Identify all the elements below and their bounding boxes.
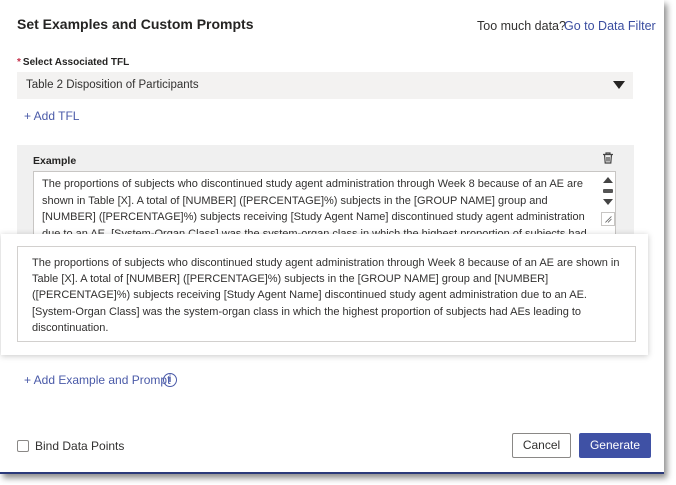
resize-handle-icon[interactable] (601, 212, 615, 226)
tfl-select-value: Table 2 Disposition of Participants (26, 79, 199, 91)
bind-data-points-checkbox[interactable] (17, 440, 29, 452)
tfl-label-text: Select Associated TFL (22, 57, 130, 68)
frame-bottom-edge (0, 472, 664, 474)
example-tooltip: The proportions of subjects who disconti… (1, 234, 648, 355)
tooltip-text: The proportions of subjects who disconti… (17, 246, 636, 342)
required-marker: * (17, 57, 21, 68)
generate-button[interactable]: Generate (579, 433, 651, 458)
add-tfl-link[interactable]: + Add TFL (24, 109, 79, 123)
too-much-data-text: Too much data? (477, 19, 566, 33)
dialog: Set Examples and Custom Prompts Too much… (0, 0, 664, 474)
example-textarea[interactable]: The proportions of subjects who disconti… (33, 171, 616, 235)
scroll-up-arrow-icon[interactable] (603, 177, 613, 183)
trash-icon[interactable] (601, 151, 615, 165)
tfl-select[interactable]: Table 2 Disposition of Participants (17, 72, 633, 99)
bind-data-points-label: Bind Data Points (35, 439, 125, 453)
add-example-link[interactable]: + Add Example and Prompt (24, 373, 170, 387)
example-label: Example (33, 155, 77, 167)
info-icon[interactable]: i (163, 373, 177, 387)
data-filter-link[interactable]: Go to Data Filter (564, 19, 656, 33)
dialog-title: Set Examples and Custom Prompts (17, 16, 254, 32)
example-card: Example The proportions of subjects who … (17, 145, 634, 240)
tfl-field-label: * Select Associated TFL (17, 57, 129, 68)
cancel-button[interactable]: Cancel (512, 433, 571, 458)
caret-down-icon (613, 81, 625, 89)
scroll-down-arrow-icon[interactable] (603, 199, 613, 205)
scrollbar-thumb[interactable] (603, 189, 613, 193)
